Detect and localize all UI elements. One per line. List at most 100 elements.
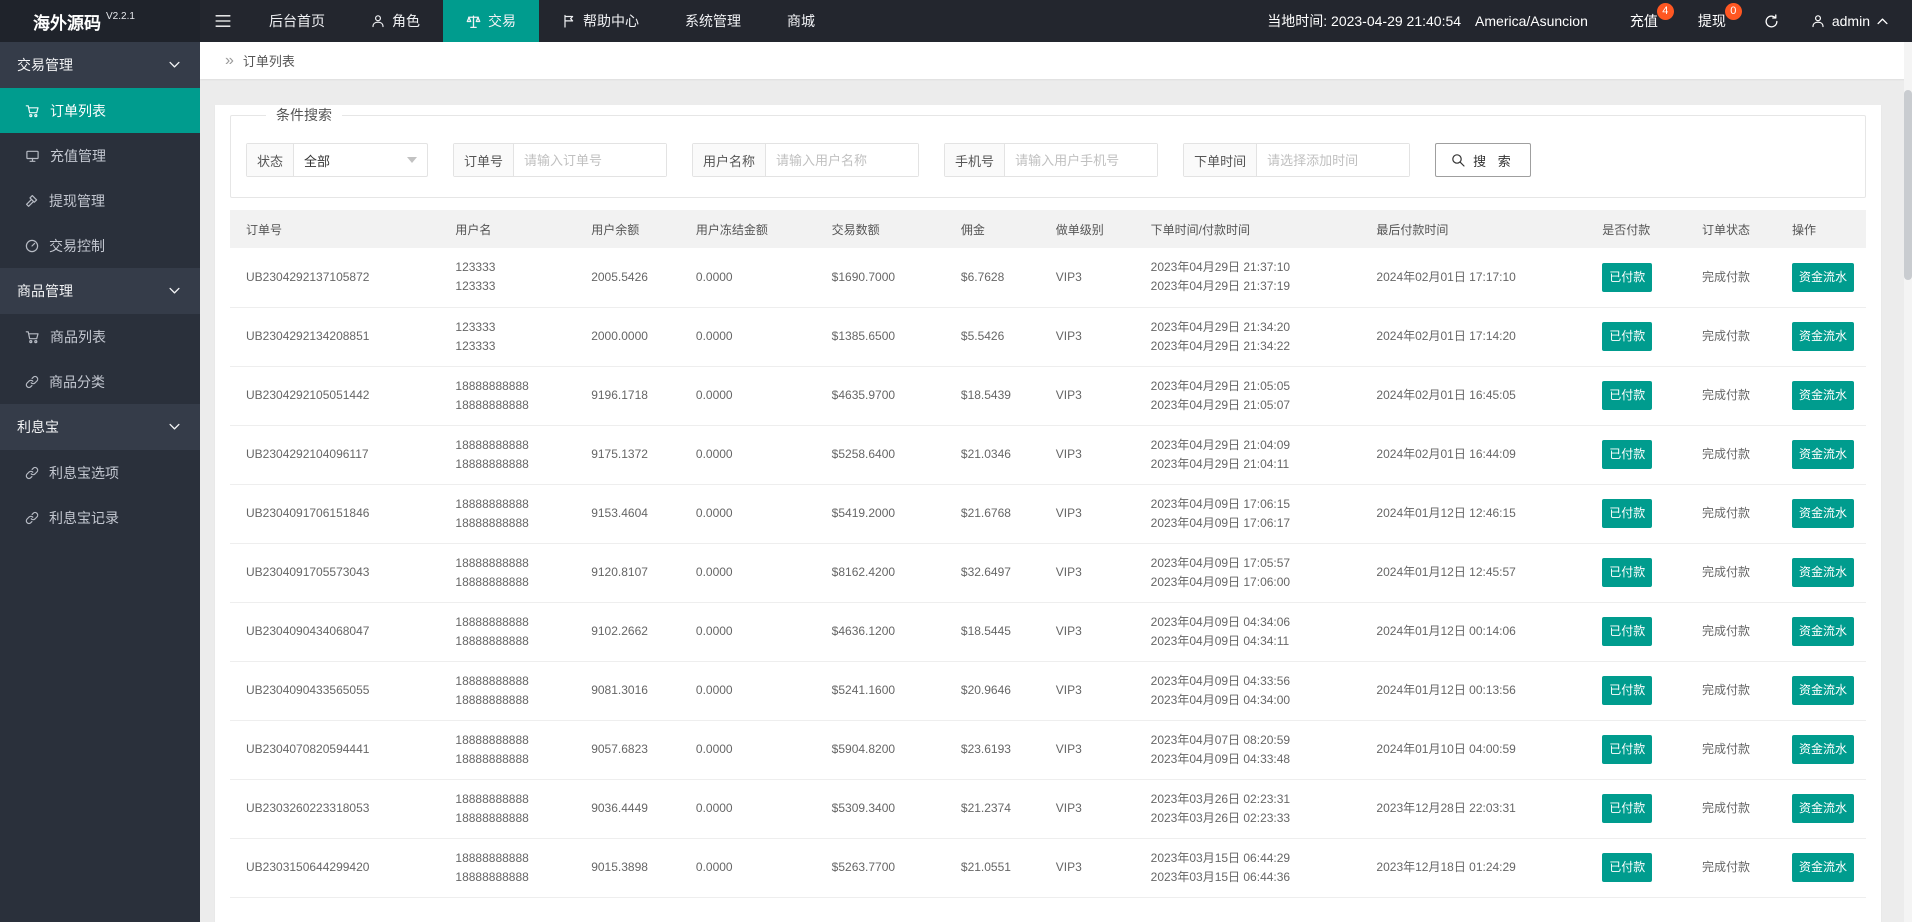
double-chevron-right-icon: » (225, 51, 234, 69)
cell-action: 资金流水 (1775, 248, 1866, 308)
fund-flow-button[interactable]: 资金流水 (1791, 735, 1854, 764)
nav-tab-label: 交易 (488, 13, 516, 29)
fund-flow-button[interactable]: 资金流水 (1791, 794, 1854, 823)
search-panel: 条件搜索 状态 全部 订单号 用户名称 (230, 105, 1866, 198)
cell-commission: $23.6193 (944, 720, 1040, 780)
cell-commission: $21.0346 (944, 425, 1040, 485)
fund-flow-button[interactable]: 资金流水 (1791, 322, 1854, 351)
column-header: 用户名 (439, 210, 576, 248)
fund-flow-button[interactable]: 资金流水 (1791, 617, 1854, 646)
chevron-down-icon (169, 423, 180, 431)
person-icon (1811, 14, 1825, 28)
cell-action: 资金流水 (1775, 425, 1866, 485)
cell-frozen: 0.0000 (679, 484, 816, 544)
navbar-right: 当地时间: 2023-04-29 21:40:54 America/Asunci… (1245, 0, 1912, 42)
withdraw-button[interactable]: 提现 0 (1678, 0, 1746, 42)
column-header: 交易数额 (815, 210, 945, 248)
nav-tab-交易[interactable]: 交易 (443, 0, 539, 42)
cell-action: 资金流水 (1775, 543, 1866, 603)
cell-order-status: 完成付款 (1685, 720, 1776, 780)
cell-order-time: 2023年04月07日 08:20:59 2023年04月09日 04:33:48 (1134, 720, 1361, 780)
sidebar-item-提现管理[interactable]: 提现管理 (0, 178, 200, 223)
fund-flow-button[interactable]: 资金流水 (1791, 558, 1854, 587)
cell-last-pay-time: 2024年01月12日 00:14:06 (1360, 602, 1587, 662)
cell-order-no: UB2304292134208851 (230, 307, 440, 367)
vertical-scrollbar[interactable] (1904, 42, 1912, 922)
column-header: 订单状态 (1685, 210, 1776, 248)
cell-order-time: 2023年04月09日 04:34:06 2023年04月09日 04:34:11 (1134, 602, 1361, 662)
table-row: UB2303260223318053 18888888888 18888888888… (230, 779, 1866, 839)
sidebar-item-商品列表[interactable]: 商品列表 (0, 314, 200, 359)
cell-balance: 2005.5426 (575, 248, 680, 308)
board-icon (25, 149, 40, 163)
cell-username: 123333 123333 (439, 307, 576, 367)
cell-last-pay-time: 2024年01月12日 12:45:57 (1360, 543, 1587, 603)
username-input[interactable] (766, 144, 919, 176)
nav-tab-商城[interactable]: 商城 (764, 0, 838, 42)
order-no-filter: 订单号 (453, 143, 668, 177)
nav-tab-后台首页[interactable]: 后台首页 (246, 0, 348, 42)
order-time-input[interactable] (1257, 144, 1410, 176)
table-row: UB2304091706151846 18888888888 18888888888… (230, 484, 1866, 544)
nav-tab-label: 后台首页 (269, 13, 325, 29)
nav-tab-帮助中心[interactable]: 帮助中心 (539, 0, 662, 42)
sidebar-group-利息宝[interactable]: 利息宝 (0, 404, 200, 450)
cell-amount: $8162.4200 (815, 543, 945, 603)
fund-flow-button[interactable]: 资金流水 (1791, 676, 1854, 705)
sidebar-item-利息宝记录[interactable]: 利息宝记录 (0, 495, 200, 540)
cell-order-time: 2023年04月29日 21:05:05 2023年04月29日 21:05:07 (1134, 366, 1361, 426)
cell-balance: 9196.1718 (575, 366, 680, 426)
sidebar-item-交易控制[interactable]: 交易控制 (0, 223, 200, 268)
phone-input[interactable] (1005, 144, 1158, 176)
link-icon (25, 466, 39, 480)
cell-order-status: 完成付款 (1685, 248, 1776, 308)
gauge-icon (25, 239, 39, 253)
status-select[interactable]: 全部 (294, 144, 427, 176)
fund-flow-button[interactable]: 资金流水 (1791, 440, 1854, 469)
paid-badge: 已付款 (1602, 558, 1653, 587)
fund-flow-button[interactable]: 资金流水 (1791, 262, 1854, 292)
sidebar-item-商品分类[interactable]: 商品分类 (0, 359, 200, 404)
refresh-button[interactable] (1746, 0, 1797, 42)
sidebar-item-label: 商品分类 (49, 373, 105, 390)
sidebar-group-交易管理[interactable]: 交易管理 (0, 42, 200, 88)
person-icon (371, 14, 385, 28)
search-button[interactable]: 搜 索 (1435, 143, 1531, 177)
nav-tab-系统管理[interactable]: 系统管理 (662, 0, 764, 42)
cell-balance: 9175.1372 (575, 425, 680, 485)
paid-badge: 已付款 (1602, 617, 1653, 646)
cell-action: 资金流水 (1775, 307, 1866, 367)
order-no-input[interactable] (514, 144, 667, 176)
order-time-filter: 下单时间 (1183, 143, 1411, 177)
paid-badge: 已付款 (1602, 735, 1653, 764)
recharge-button[interactable]: 充值 4 (1610, 0, 1678, 42)
paid-badge: 已付款 (1602, 794, 1653, 823)
cell-order-status: 完成付款 (1685, 425, 1776, 485)
timezone-label: America/Asuncion (1475, 13, 1588, 29)
column-header: 操作 (1775, 210, 1866, 248)
local-time-label: 当地时间: 2023-04-29 21:40:54 (1267, 13, 1462, 29)
fund-flow-button[interactable]: 资金流水 (1791, 381, 1854, 410)
sidebar-item-label: 交易控制 (49, 237, 105, 254)
cell-action: 资金流水 (1775, 484, 1866, 544)
sidebar-item-订单列表[interactable]: 订单列表 (0, 88, 200, 133)
sidebar-item-利息宝选项[interactable]: 利息宝选项 (0, 450, 200, 495)
sidebar-toggle-button[interactable] (200, 0, 246, 42)
cell-level: VIP3 (1039, 602, 1135, 662)
column-header: 是否付款 (1586, 210, 1686, 248)
cell-order-time: 2023年04月29日 21:37:10 2023年04月29日 21:37:19 (1134, 248, 1361, 308)
cell-frozen: 0.0000 (679, 661, 816, 721)
fund-flow-button[interactable]: 资金流水 (1791, 853, 1854, 882)
cell-frozen: 0.0000 (679, 779, 816, 839)
cell-order-time: 2023年04月29日 21:04:09 2023年04月29日 21:04:11 (1134, 425, 1361, 485)
sidebar-group-商品管理[interactable]: 商品管理 (0, 268, 200, 314)
sidebar-item-充值管理[interactable]: 充值管理 (0, 133, 200, 178)
cell-order-status: 完成付款 (1685, 838, 1776, 898)
user-menu[interactable]: admin (1797, 0, 1912, 42)
nav-tab-角色[interactable]: 角色 (348, 0, 443, 42)
username-label: admin (1831, 13, 1870, 29)
fund-flow-button[interactable]: 资金流水 (1791, 499, 1854, 528)
cell-level: VIP3 (1039, 484, 1135, 544)
cart-icon (25, 330, 40, 344)
scrollbar-thumb[interactable] (1904, 90, 1912, 280)
